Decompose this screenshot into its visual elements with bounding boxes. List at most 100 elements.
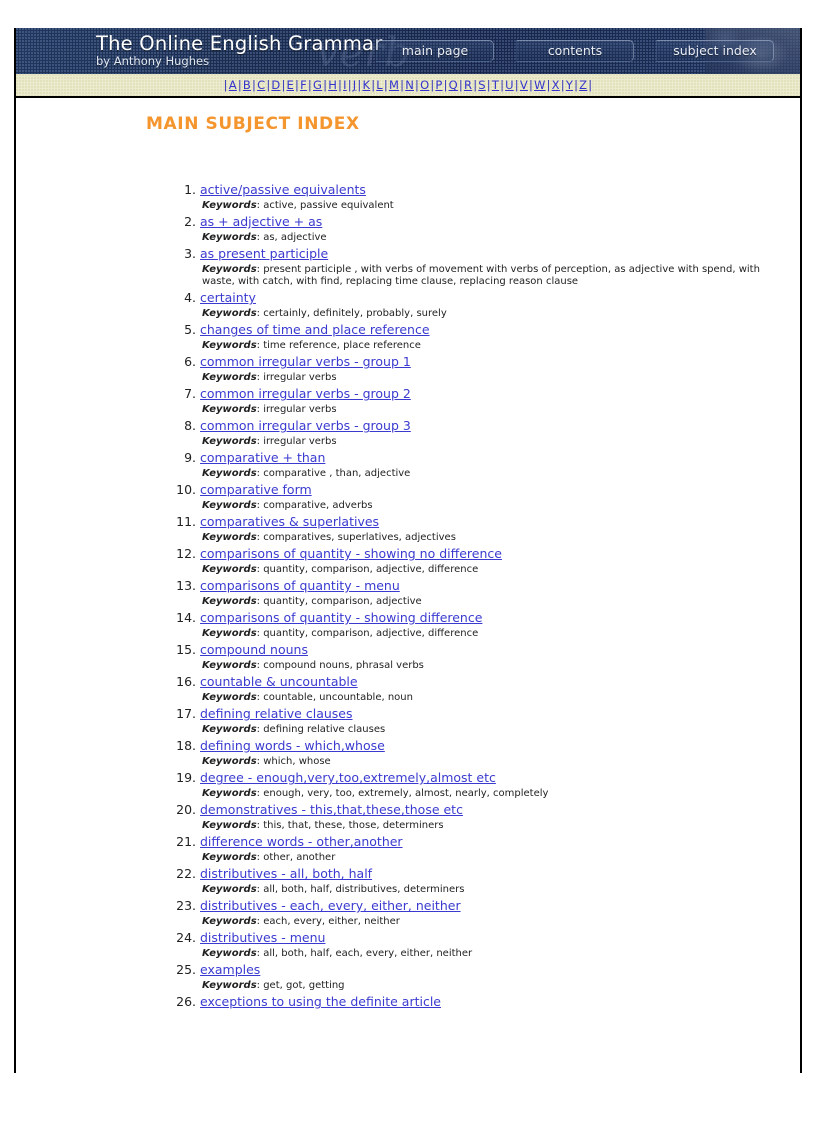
keywords-label: Keywords [202, 660, 257, 671]
keywords-label: Keywords [202, 532, 257, 543]
alphabet-link-o[interactable]: O [419, 78, 430, 92]
alphabet-link-w[interactable]: W [533, 78, 547, 92]
index-entry-link[interactable]: countable & uncountable [200, 674, 358, 689]
index-entry-link[interactable]: as present participle [200, 246, 328, 261]
index-entry-link[interactable]: defining words - which,whose [200, 738, 385, 753]
index-entry-keywords: Keywords: present participle , with verb… [202, 263, 760, 287]
index-entry-link[interactable]: comparisons of quantity - menu [200, 578, 400, 593]
index-entry-keywords: Keywords: all, both, half, each, every, … [202, 948, 473, 959]
index-entry-link[interactable]: changes of time and place reference [200, 322, 430, 337]
index-entry-link[interactable]: distributives - each, every, either, nei… [200, 898, 461, 913]
alphabet-link-n[interactable]: N [404, 78, 415, 92]
alphabet-link-m[interactable]: M [388, 78, 400, 92]
alphabet-link-g[interactable]: G [312, 78, 323, 92]
keywords-label: Keywords [202, 308, 257, 319]
keywords-label: Keywords [202, 231, 257, 243]
index-entry-keywords: Keywords: time reference, place referenc… [202, 340, 421, 351]
alphabet-link-b[interactable]: B [242, 78, 252, 92]
index-entry-link[interactable]: common irregular verbs - group 3 [200, 418, 411, 433]
subject-index-list: active/passive equivalents Keywords: acti… [168, 182, 800, 1011]
alphabet-link-k[interactable]: K [361, 78, 371, 92]
index-entry-link[interactable]: comparisons of quantity - showing no dif… [200, 546, 502, 561]
keywords-label: Keywords [202, 980, 257, 991]
site-banner: verb The Online English Grammar by Antho… [16, 28, 800, 74]
index-entry-keywords: Keywords: all, both, half, distributives… [202, 884, 465, 895]
alphabet-link-x[interactable]: X [551, 78, 561, 92]
nav-button-contents[interactable]: contents [516, 40, 634, 62]
keywords-label: Keywords [202, 596, 257, 607]
index-entry-keywords: Keywords: quantity, comparison, adjectiv… [202, 596, 422, 607]
alphabet-nav-bar: |A|B|C|D|E|F|G|H|I|J|K|L|M|N|O|P|Q|R|S|T… [16, 74, 800, 98]
alphabet-link-a[interactable]: A [228, 78, 238, 92]
index-entry-link[interactable]: exceptions to using the definite article [200, 994, 441, 1009]
index-entry: distributives - each, every, either, nei… [200, 898, 800, 928]
nav-button-subject-index[interactable]: subject index [656, 40, 774, 62]
keywords-label: Keywords [202, 372, 257, 383]
index-entry-link[interactable]: demonstratives - this,that,these,those e… [200, 802, 463, 817]
index-entry-link[interactable]: distributives - all, both, half [200, 866, 372, 881]
index-entry: comparative + than Keywords: comparative … [200, 450, 800, 480]
index-entry-keywords: Keywords: active, passive equivalent [202, 199, 394, 211]
index-entry-keywords: Keywords: compound nouns, phrasal verbs [202, 660, 424, 671]
index-entry-link[interactable]: defining relative clauses [200, 706, 353, 721]
index-entry: exceptions to using the definite article [200, 994, 800, 1011]
nav-button-main-page[interactable]: main page [376, 40, 494, 62]
keywords-label: Keywords [202, 884, 257, 895]
alphabet-link-l[interactable]: L [375, 78, 384, 92]
alphabet-link-v[interactable]: V [519, 78, 529, 92]
index-entry-keywords: Keywords: enough, very, too, extremely, … [202, 788, 549, 799]
keywords-label: Keywords [202, 263, 257, 275]
alphabet-link-d[interactable]: D [270, 78, 281, 92]
index-entry-link[interactable]: as + adjective + as [200, 214, 322, 229]
index-entry: examples Keywords: get, got, getting [200, 962, 800, 992]
index-entry: countable & uncountable Keywords: countab… [200, 674, 800, 704]
index-entry-link[interactable]: common irregular verbs - group 2 [200, 386, 411, 401]
index-entry-keywords: Keywords: comparatives, superlatives, ad… [202, 532, 456, 543]
index-entry: as present participle Keywords: present p… [200, 246, 800, 288]
index-entry-link[interactable]: common irregular verbs - group 1 [200, 354, 411, 369]
banner-face-photo-left [16, 28, 86, 74]
alphabet-link-h[interactable]: H [327, 78, 338, 92]
index-entry-link[interactable]: compound nouns [200, 642, 308, 657]
alphabet-link-p[interactable]: P [434, 78, 443, 92]
alphabet-link-t[interactable]: T [491, 78, 500, 92]
index-entry-keywords: Keywords: other, another [202, 852, 336, 863]
index-entry-keywords: Keywords: defining relative clauses [202, 724, 386, 735]
alphabet-separator: | [281, 78, 286, 92]
keywords-label: Keywords [202, 199, 257, 211]
index-entry: distributives - menu Keywords: all, both,… [200, 930, 800, 960]
alphabet-link-r[interactable]: R [463, 78, 473, 92]
alphabet-link-z[interactable]: Z [578, 78, 588, 92]
index-entry-link[interactable]: degree - enough,very,too,extremely,almos… [200, 770, 496, 785]
main-content: MAIN SUBJECT INDEX active/passive equiva… [16, 98, 800, 1073]
alphabet-link-f[interactable]: F [299, 78, 308, 92]
index-entry-link[interactable]: comparative form [200, 482, 312, 497]
alphabet-link-c[interactable]: C [256, 78, 266, 92]
index-entry: comparisons of quantity - menu Keywords: … [200, 578, 800, 608]
index-entry-link[interactable]: distributives - menu [200, 930, 325, 945]
index-entry-keywords: Keywords: which, whose [202, 756, 331, 767]
alphabet-link-q[interactable]: Q [448, 78, 459, 92]
keywords-label: Keywords [202, 916, 257, 927]
index-entry-keywords: Keywords: quantity, comparison, adjectiv… [202, 564, 479, 575]
alphabet-link-u[interactable]: U [504, 78, 515, 92]
index-entry: compound nouns Keywords: compound nouns, … [200, 642, 800, 672]
index-entry-link[interactable]: comparisons of quantity - showing differ… [200, 610, 482, 625]
index-entry-link[interactable]: difference words - other,another [200, 834, 403, 849]
index-entry: common irregular verbs - group 2 Keywords… [200, 386, 800, 416]
index-entry-link[interactable]: active/passive equivalents [200, 182, 366, 197]
index-entry: as + adjective + as Keywords: as, adjecti… [200, 214, 800, 244]
keywords-label: Keywords [202, 820, 257, 831]
alphabet-link-s[interactable]: S [477, 78, 487, 92]
alphabet-link-e[interactable]: E [286, 78, 295, 92]
keywords-label: Keywords [202, 948, 257, 959]
banner-title-block: The Online English Grammar by Anthony Hu… [96, 33, 382, 68]
index-entry-link[interactable]: certainty [200, 290, 256, 305]
index-entry-link[interactable]: comparative + than [200, 450, 325, 465]
index-entry-link[interactable]: examples [200, 962, 260, 977]
index-entry-keywords: Keywords: countable, uncountable, noun [202, 692, 413, 703]
alphabet-link-y[interactable]: Y [565, 78, 574, 92]
index-entry-keywords: Keywords: certainly, definitely, probabl… [202, 308, 447, 319]
keywords-label: Keywords [202, 692, 257, 703]
index-entry-link[interactable]: comparatives & superlatives [200, 514, 379, 529]
